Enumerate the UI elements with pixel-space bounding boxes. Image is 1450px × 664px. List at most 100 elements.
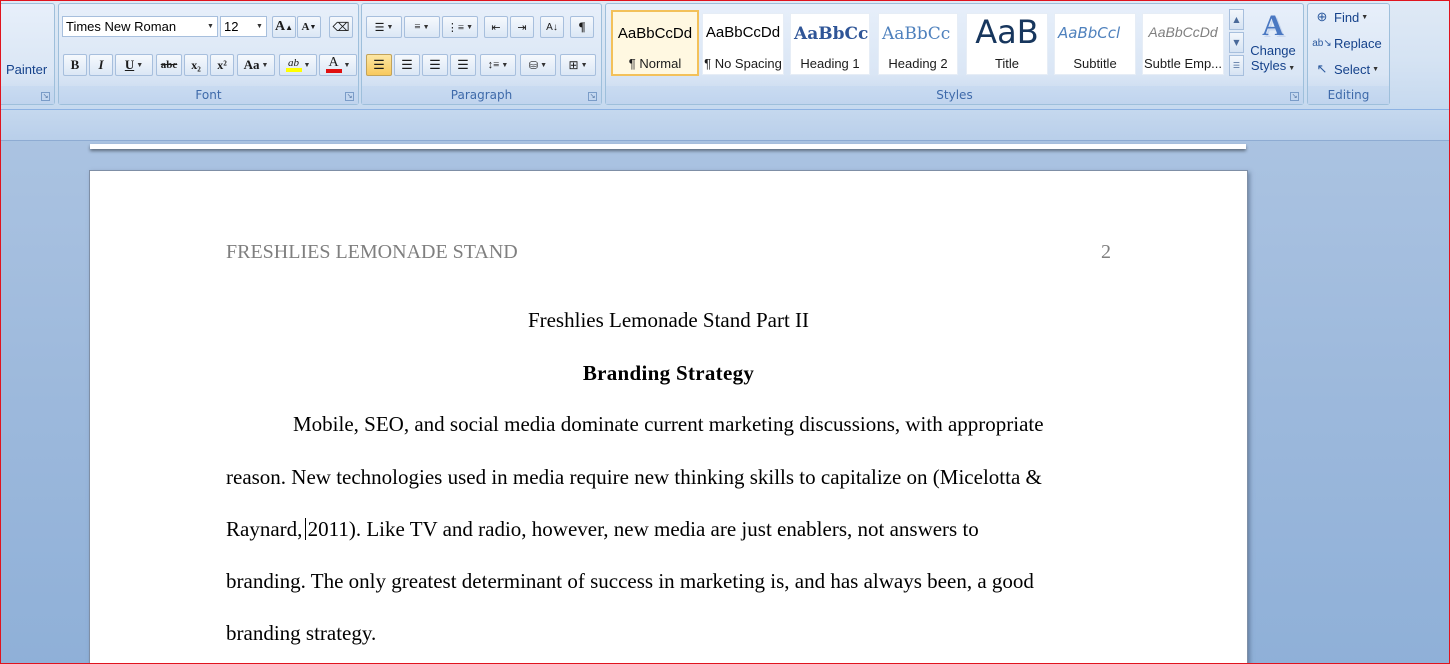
paragraph-line[interactable]: branding strategy. [226, 621, 376, 646]
chevron-down-icon[interactable]: ▼ [304, 61, 311, 69]
style-normal-sample: AaBbCcDd [617, 25, 693, 42]
align-left-button[interactable]: ☰ [366, 54, 392, 76]
bold-label: B [70, 57, 80, 72]
font-color-button[interactable]: A ▼ [319, 54, 357, 76]
font-group: Times New Roman ▼ 12 ▼ A ▲ A ▼ ⌫ B I U ▼… [58, 3, 359, 105]
chevron-down-icon[interactable]: ▼ [344, 61, 351, 69]
align-left-icon: ☰ [373, 57, 385, 72]
font-name-combo[interactable]: Times New Roman ▼ [62, 16, 218, 37]
font-size-combo[interactable]: 12 ▼ [220, 16, 267, 37]
change-case-button[interactable]: Aa ▼ [237, 54, 275, 76]
chevron-down-icon[interactable]: ▼ [1361, 14, 1368, 21]
paragraph-dialog-launcher[interactable]: ↘ [588, 92, 597, 101]
chevron-down-icon[interactable]: ▼ [501, 61, 508, 69]
bullets-button[interactable]: ☰ ▼ [366, 16, 402, 38]
numbering-icon: ≡ [414, 21, 421, 33]
multilevel-list-button[interactable]: ⋮≡ ▼ [442, 16, 478, 38]
style-subtitle[interactable]: AaBbCcl Subtitle [1054, 13, 1136, 75]
style-no-spacing[interactable]: AaBbCcDd ¶ No Spacing [702, 13, 784, 75]
borders-button[interactable]: ⊞ ▼ [560, 54, 596, 76]
paragraph-line[interactable]: branding. The only greatest determinant … [226, 569, 1034, 594]
chevron-down-icon[interactable]: ▼ [204, 17, 217, 36]
style-normal[interactable]: AaBbCcDd ¶ Normal [611, 10, 699, 76]
style-normal-name: ¶ Normal [628, 56, 682, 71]
document-workspace[interactable]: FRESHLIES LEMONADE STAND 2 Freshlies Lem… [1, 110, 1449, 663]
decrease-indent-button[interactable]: ⇤ [484, 16, 508, 38]
style-title-name: Title [994, 56, 1020, 71]
chevron-down-icon[interactable]: ▼ [423, 23, 430, 31]
style-heading-1[interactable]: AaBbCc Heading 1 [790, 13, 870, 75]
select-button[interactable]: ↖ Select ▼ [1314, 59, 1380, 79]
bold-button[interactable]: B [63, 54, 87, 76]
font-name-value: Times New Roman [66, 19, 177, 34]
style-title[interactable]: AaB Title [966, 13, 1048, 75]
document-page[interactable]: FRESHLIES LEMONADE STAND 2 Freshlies Lem… [89, 170, 1248, 663]
paint-bucket-icon: ⛁ [528, 59, 539, 72]
document-title[interactable]: Freshlies Lemonade Stand Part II [90, 308, 1247, 333]
increase-indent-button[interactable]: ⇥ [510, 16, 534, 38]
font-color-label: A [328, 55, 339, 70]
ribbon: Painter ↘ Times New Roman ▼ 12 ▼ A ▲ A ▼ ⌫ [1, 1, 1449, 110]
chevron-down-icon[interactable]: ▼ [1372, 66, 1379, 73]
ruler-bar [1, 110, 1449, 141]
style-subtle-emphasis[interactable]: AaBbCcDd Subtle Emp... [1142, 13, 1224, 75]
chevron-down-icon[interactable]: ▼ [386, 23, 393, 31]
style-heading-2-sample: AaBbCc [882, 24, 951, 44]
style-heading-2[interactable]: AaBbCc Heading 2 [878, 13, 958, 75]
shading-button[interactable]: ⛁ ▼ [520, 54, 556, 76]
chevron-down-icon[interactable]: ▼ [581, 61, 588, 69]
font-dialog-launcher[interactable]: ↘ [345, 92, 354, 101]
previous-page-edge [90, 144, 1246, 149]
bullets-icon: ☰ [374, 21, 385, 34]
chevron-down-icon[interactable]: ▼ [136, 61, 143, 69]
replace-icon: ab↘ [1312, 37, 1332, 49]
page-header-text[interactable]: FRESHLIES LEMONADE STAND [226, 241, 518, 264]
clipboard-dialog-launcher[interactable]: ↘ [41, 92, 50, 101]
underline-button[interactable]: U ▼ [115, 54, 153, 76]
change-styles-button[interactable]: A Change Styles ▼ [1247, 9, 1299, 85]
change-case-label: Aa [243, 57, 260, 72]
format-painter-button[interactable]: Painter [6, 62, 47, 77]
select-label: Select [1334, 61, 1371, 77]
borders-icon: ⊞ [568, 57, 579, 72]
page-number[interactable]: 2 [1101, 241, 1111, 264]
italic-button[interactable]: I [89, 54, 113, 76]
grow-font-label: A [274, 19, 286, 34]
line-spacing-button[interactable]: ↕≡ ▼ [480, 54, 516, 76]
gallery-scroll-down-button[interactable]: ▼ [1229, 32, 1244, 53]
paragraph-line[interactable]: Raynard, 2011). Like TV and radio, howev… [226, 517, 979, 542]
replace-button[interactable]: ab↘ Replace [1312, 33, 1381, 53]
paragraph-line[interactable]: Mobile, SEO, and social media dominate c… [293, 412, 1044, 437]
grow-font-button[interactable]: A ▲ [272, 16, 296, 38]
show-marks-button[interactable]: ¶ [570, 16, 594, 38]
line-spacing-icon: ↕≡ [487, 59, 500, 71]
styles-dialog-launcher[interactable]: ↘ [1290, 92, 1299, 101]
more-icon: ☰ [1232, 61, 1241, 70]
clear-formatting-button[interactable]: ⌫ [329, 16, 353, 38]
style-no-spacing-sample: AaBbCcDd [705, 24, 781, 41]
format-painter-label: Painter [6, 62, 48, 77]
sort-button[interactable]: A↓ [540, 16, 564, 38]
document-heading[interactable]: Branding Strategy [90, 361, 1247, 386]
gallery-scroll-up-button[interactable]: ▲ [1229, 9, 1244, 30]
multilevel-list-icon: ⋮≡ [446, 21, 465, 34]
align-center-button[interactable]: ☰ [394, 54, 420, 76]
paragraph-line[interactable]: reason. New technologies used in media r… [226, 465, 1042, 490]
align-right-button[interactable]: ☰ [422, 54, 448, 76]
numbering-button[interactable]: ≡ ▼ [404, 16, 440, 38]
highlight-button[interactable]: ab ▼ [279, 54, 317, 76]
gallery-more-button[interactable]: ☰ [1229, 55, 1244, 76]
superscript-button[interactable]: x² [210, 54, 234, 76]
find-button[interactable]: ⊕ Find ▼ [1314, 7, 1369, 27]
chevron-down-icon[interactable]: ▼ [540, 61, 547, 69]
strikethrough-button[interactable]: abc [156, 54, 182, 76]
subscript-button[interactable]: x₂ [184, 54, 208, 76]
shrink-font-button[interactable]: A ▼ [297, 16, 321, 38]
chevron-down-icon[interactable]: ▼ [466, 23, 473, 31]
paragraph-group: ☰ ▼ ≡ ▼ ⋮≡ ▼ ⇤ ⇥ A↓ ¶ ☰ ☰ ☰ ☰ ↕≡ ▼ ⛁ ▼ ⊞… [361, 3, 602, 105]
justify-button[interactable]: ☰ [450, 54, 476, 76]
chevron-down-icon[interactable]: ▼ [261, 61, 268, 69]
arrow-down-icon: ▼ [309, 23, 317, 31]
chevron-down-icon[interactable]: ▼ [253, 17, 266, 36]
change-styles-icon: A [1262, 9, 1284, 42]
